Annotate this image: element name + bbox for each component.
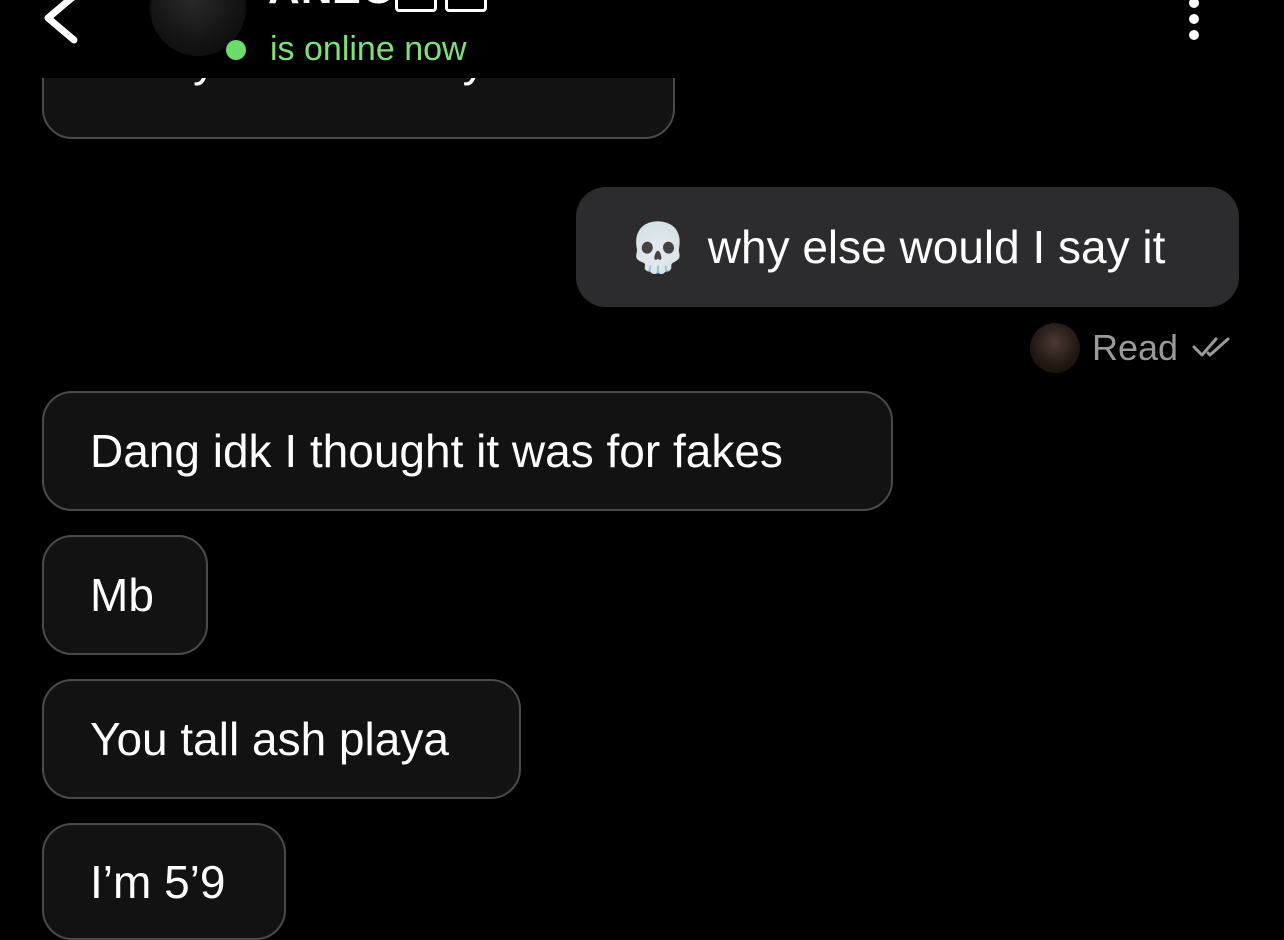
flag-icon bbox=[445, 0, 487, 12]
message-bubble-received[interactable]: I’m 5’9 bbox=[42, 823, 286, 940]
reader-avatar bbox=[1030, 323, 1080, 373]
online-status-text: is online now bbox=[270, 30, 467, 68]
message-bubble-sent[interactable]: 💀 why else would I say it bbox=[576, 187, 1239, 307]
message-bubble-received[interactable]: You tall ash playa bbox=[42, 679, 521, 799]
message-bubble-received[interactable]: Mb bbox=[42, 535, 208, 655]
verified-badge-icon bbox=[528, 0, 572, 12]
message-text: Dang idk I thought it was for fakes bbox=[90, 425, 783, 477]
double-check-icon bbox=[1192, 337, 1230, 357]
read-receipt: Read bbox=[1030, 322, 1234, 374]
message-text: I’m 5’9 bbox=[90, 855, 226, 908]
skull-emoji: 💀 bbox=[628, 219, 688, 276]
message-bubble-received[interactable]: Dang idk I thought it was for fakes bbox=[42, 391, 893, 511]
contact-name[interactable]: ANZO bbox=[268, 0, 397, 14]
message-text: You tall ash playa bbox=[90, 713, 449, 765]
back-chevron-icon[interactable] bbox=[38, 0, 98, 52]
chat-header: ANZO is online now bbox=[0, 0, 1284, 78]
online-status: is online now bbox=[226, 30, 467, 69]
more-vertical-icon[interactable] bbox=[1184, 0, 1204, 40]
message-text: why else would I say it bbox=[707, 221, 1166, 273]
read-label: Read bbox=[1092, 327, 1179, 368]
name-flags bbox=[395, 0, 487, 12]
message-text: Mb bbox=[90, 569, 154, 621]
online-dot-icon bbox=[226, 39, 246, 60]
flag-icon bbox=[395, 0, 437, 12]
